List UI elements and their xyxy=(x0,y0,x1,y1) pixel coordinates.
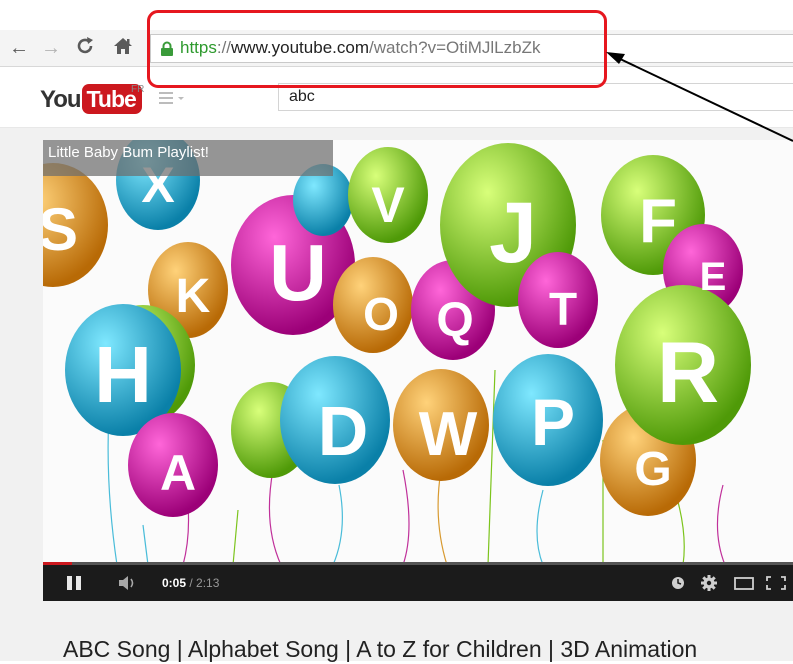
youtube-masthead: You Tube FR abc xyxy=(0,67,793,128)
reload-icon[interactable] xyxy=(74,34,96,62)
svg-text:A: A xyxy=(160,445,196,501)
time-separator: / xyxy=(186,576,197,590)
video-title: ABC Song | Alphabet Song | A to Z for Ch… xyxy=(63,636,698,662)
svg-text:D: D xyxy=(318,392,369,470)
watch-page: S X K U V O Q J T F E H A D W P R G Litt… xyxy=(0,128,793,662)
arrow-right-icon[interactable]: → xyxy=(40,36,62,60)
progress-bar[interactable] xyxy=(43,562,793,565)
region-label: FR xyxy=(131,84,145,95)
svg-text:V: V xyxy=(371,177,405,233)
svg-text:U: U xyxy=(269,228,327,317)
url-path: /watch?v=OtiMJlLzbZk xyxy=(368,38,541,57)
svg-text:K: K xyxy=(176,270,211,323)
svg-text:J: J xyxy=(489,185,537,281)
arrow-left-icon[interactable]: ← xyxy=(8,36,30,60)
svg-text:H: H xyxy=(94,330,152,419)
theater-mode-icon[interactable] xyxy=(733,574,755,592)
url-text: https://www.youtube.com/watch?v=OtiMJlLz… xyxy=(180,38,540,58)
watch-later-icon[interactable] xyxy=(669,574,687,592)
url-host: www.youtube.com xyxy=(231,38,369,57)
video-player[interactable]: S X K U V O Q J T F E H A D W P R G Litt… xyxy=(43,140,793,601)
fullscreen-icon[interactable] xyxy=(765,574,787,592)
youtube-logo[interactable]: You Tube FR xyxy=(40,84,145,116)
settings-gear-icon[interactable] xyxy=(700,574,718,592)
search-input[interactable]: abc xyxy=(278,83,793,111)
svg-text:E: E xyxy=(700,255,727,299)
svg-text:P: P xyxy=(531,385,575,459)
svg-text:O: O xyxy=(363,288,399,340)
svg-text:F: F xyxy=(639,187,677,256)
svg-text:R: R xyxy=(657,325,719,421)
svg-text:G: G xyxy=(634,443,671,496)
browser-toolbar: ← → https://www.youtube.com/watch?v=OtiM… xyxy=(0,30,793,67)
svg-text:S: S xyxy=(43,196,78,263)
time-current: 0:05 xyxy=(162,576,187,590)
logo-you-text: You xyxy=(40,86,82,113)
svg-text:W: W xyxy=(419,400,478,469)
video-overlay-title[interactable]: Little Baby Bum Playlist! xyxy=(43,140,333,176)
volume-icon[interactable] xyxy=(117,574,139,592)
address-bar[interactable]: https://www.youtube.com/watch?v=OtiMJlLz… xyxy=(150,34,793,63)
video-frame[interactable]: S X K U V O Q J T F E H A D W P R G xyxy=(43,140,793,565)
svg-text:T: T xyxy=(549,283,577,335)
time-display: 0:05 / 2:13 xyxy=(162,565,219,601)
pause-icon[interactable] xyxy=(67,576,81,590)
home-icon[interactable] xyxy=(112,35,134,63)
player-controls: 0:05 / 2:13 xyxy=(43,562,793,601)
svg-text:Q: Q xyxy=(436,294,473,347)
progress-fill xyxy=(43,562,73,565)
lock-icon xyxy=(161,41,173,56)
url-scheme: https xyxy=(180,38,217,57)
url-separator: :// xyxy=(216,38,232,57)
time-total: 2:13 xyxy=(196,576,220,590)
guide-menu-icon[interactable] xyxy=(157,89,187,109)
